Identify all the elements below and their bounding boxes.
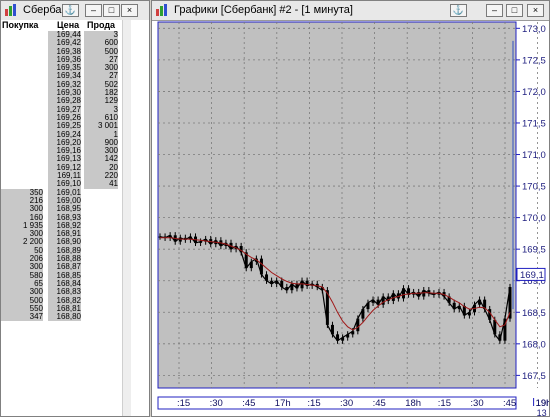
app-icon xyxy=(156,4,167,16)
y-tick-label: 170,5 xyxy=(522,182,546,193)
app-icon xyxy=(5,4,16,16)
ask-volume: 3 001 xyxy=(84,121,118,131)
price-header[interactable]: Цена xyxy=(57,20,79,30)
price-chart[interactable]: 173,0 172,5 172,0 171,5 171,0 170,5 170,0 169,5… xyxy=(152,20,549,416)
chart-title: Графики [Сбербанк] #2 - [1 минута] xyxy=(174,4,353,16)
minimize-button[interactable]: ‒ xyxy=(486,4,503,17)
y-tick-label: 171,0 xyxy=(522,150,546,161)
x-tick-label: :15 xyxy=(307,398,320,409)
x-tick-label: :30 xyxy=(210,398,223,409)
x-tick-label: :15 xyxy=(438,398,451,409)
x-tick-label: 17h xyxy=(275,398,291,409)
y-tick-label: 172,5 xyxy=(522,55,546,66)
ask-volume: 41 xyxy=(84,180,118,189)
x-tick-label: :30 xyxy=(340,398,353,409)
bid-header[interactable]: Покупка xyxy=(2,20,38,30)
y-tick-label: 172,0 xyxy=(522,87,546,98)
order-book-row[interactable]: 347 168,80 xyxy=(1,312,122,322)
order-book-rows: 169,44 3 169,42 600 169,38 500 169,36 27 169,35 3… xyxy=(1,30,122,322)
maximize-button[interactable]: □ xyxy=(506,4,523,17)
pin-button[interactable]: ⚓ xyxy=(450,4,467,17)
price-level: 168,80 xyxy=(48,312,81,322)
x-tick-label: :45 xyxy=(373,398,386,409)
x-tick-label: 18h xyxy=(405,398,421,409)
y-tick-label: 168,5 xyxy=(522,308,546,319)
y-tick-label: 173,0 xyxy=(522,24,546,35)
pin-button[interactable]: ⚓ xyxy=(62,4,79,17)
current-price-label: 169,1 xyxy=(520,270,544,281)
x-tick-label: :45 xyxy=(242,398,255,409)
x-sublabel: 13 xyxy=(537,408,547,416)
x-tick-label: :15 xyxy=(177,398,190,409)
y-tick-label: 169,5 xyxy=(522,245,546,256)
order-book-window[interactable]: Сбербан ⚓ ‒ □ × Покупка Цена Прода 169,4… xyxy=(0,0,150,417)
close-button[interactable]: × xyxy=(121,4,138,17)
maximize-button[interactable]: □ xyxy=(103,4,120,17)
y-tick-label: 170,0 xyxy=(522,213,546,224)
chart-titlebar[interactable]: Графики [Сбербанк] #2 - [1 минута] ⚓ ‒ □… xyxy=(152,1,549,21)
minimize-button[interactable]: ‒ xyxy=(85,4,102,17)
bid-volume: 347 xyxy=(1,312,43,322)
y-tick-label: 171,5 xyxy=(522,118,546,129)
order-book-scrollbar[interactable] xyxy=(122,20,131,416)
ask-header[interactable]: Прода xyxy=(87,20,115,30)
x-tick-label: :45 xyxy=(503,398,516,409)
ask-volume: 129 xyxy=(84,97,118,106)
y-tick-label: 167,5 xyxy=(522,371,546,382)
close-button[interactable]: × xyxy=(527,4,544,17)
x-tick-label: :30 xyxy=(470,398,483,409)
chart-window[interactable]: Графики [Сбербанк] #2 - [1 минута] ⚓ ‒ □… xyxy=(151,0,550,417)
y-tick-label: 168,0 xyxy=(522,339,546,350)
order-book-titlebar[interactable]: Сбербан ⚓ ‒ □ × xyxy=(1,1,149,21)
order-book-title: Сбербан xyxy=(23,4,68,16)
x-tick-label: 19h xyxy=(536,398,549,409)
